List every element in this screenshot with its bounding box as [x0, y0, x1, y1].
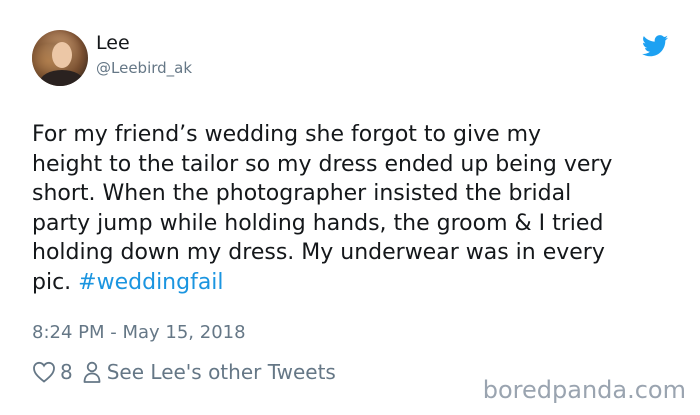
- user-handle[interactable]: @Leebird_ak: [96, 59, 192, 77]
- see-other-tweets-link[interactable]: See Lee's other Tweets: [107, 360, 336, 384]
- hashtag-link[interactable]: #weddingfail: [78, 270, 223, 295]
- tweet-text: For my friend’s wedding she forgot to gi…: [32, 120, 682, 297]
- heart-icon[interactable]: [32, 361, 56, 383]
- likes-count: 8: [60, 360, 73, 384]
- watermark: boredpanda.com: [482, 376, 686, 404]
- person-icon: [83, 361, 101, 383]
- display-name[interactable]: Lee: [96, 32, 130, 54]
- tweet-timestamp[interactable]: 8:24 PM - May 15, 2018: [32, 322, 246, 343]
- twitter-bird-icon[interactable]: [642, 35, 668, 57]
- tweet-actions: 8 See Lee's other Tweets: [32, 360, 336, 384]
- avatar-face: [52, 42, 72, 68]
- avatar[interactable]: [32, 30, 88, 86]
